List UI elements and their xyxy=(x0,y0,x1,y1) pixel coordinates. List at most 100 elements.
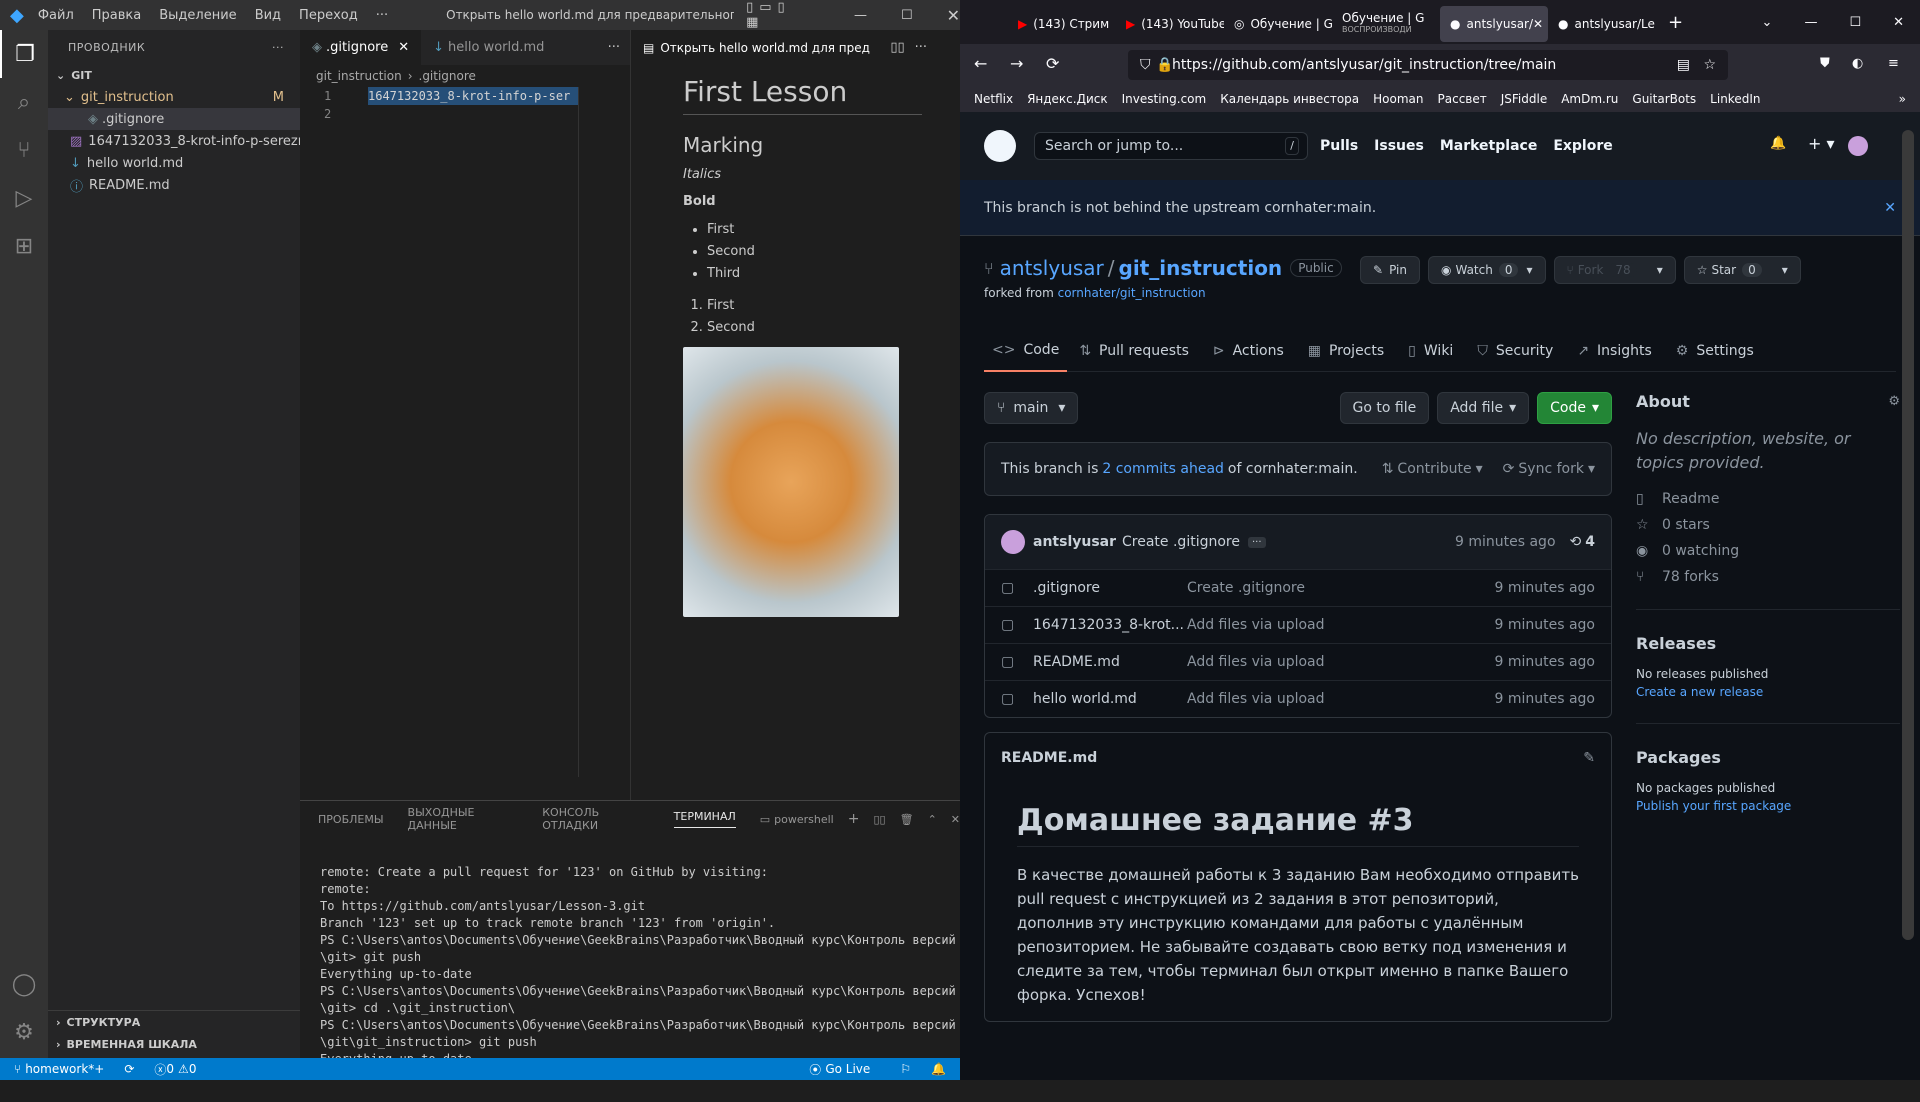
file-name[interactable]: 1647132033_8-krot... xyxy=(1033,617,1187,633)
bell-icon[interactable]: 🔔 xyxy=(931,1062,946,1076)
tab-debug-console[interactable]: КОНСОЛЬ ОТЛАДКИ xyxy=(542,806,649,832)
bookmark-calendar[interactable]: Календарь инвестора xyxy=(1220,92,1359,106)
bell-icon[interactable]: 🔔 xyxy=(1770,136,1786,151)
nav-pulls[interactable]: Pulls xyxy=(1320,138,1358,154)
bookmark-yandex-disk[interactable]: Яндекс.Диск xyxy=(1027,92,1108,106)
ahead-link[interactable]: 2 commits ahead xyxy=(1102,461,1224,477)
golive-button[interactable]: Go Live xyxy=(825,1062,870,1076)
gear-icon[interactable]: ⚙ xyxy=(1888,394,1900,409)
minimize-icon[interactable]: — xyxy=(854,8,867,23)
table-row[interactable]: ▢ hello world.md Add files via upload 9 … xyxy=(985,680,1611,717)
menu-icon[interactable]: ≡ xyxy=(1888,56,1899,71)
bookmark-amdm[interactable]: AmDm.ru xyxy=(1561,92,1618,106)
tab-wiki[interactable]: ▯ Wiki xyxy=(1408,343,1453,359)
timeline-section[interactable]: › ВРЕМЕННАЯ ШКАЛА xyxy=(48,1033,300,1055)
file-readme[interactable]: ⓘ README.md xyxy=(48,174,300,196)
file-image[interactable]: ▨ 1647132033_8-krot-info-p-sereznii... xyxy=(48,130,300,152)
pin-button[interactable]: ✎ Pin xyxy=(1360,256,1420,284)
tab-preview[interactable]: ▤ Открыть hello world.md для предва xyxy=(631,30,883,65)
code-area[interactable]: 1 2 1647132033_8-krot-info-p-ser xyxy=(300,87,630,777)
browser-tab[interactable]: ◎ Обучение | G xyxy=(1224,6,1332,42)
file-commit[interactable]: Create .gitignore xyxy=(1187,580,1305,596)
scrollbar[interactable] xyxy=(1902,130,1914,940)
releases-title[interactable]: Releases xyxy=(1636,634,1900,653)
sync-icon[interactable]: ⟳ xyxy=(124,1062,134,1076)
code-button[interactable]: Code ▾ xyxy=(1537,392,1612,424)
table-row[interactable]: ▢ .gitignore Create .gitignore 9 minutes… xyxy=(985,569,1611,606)
reload-icon[interactable]: ⟳ xyxy=(1046,54,1059,73)
close-flash-icon[interactable]: ✕ xyxy=(1884,180,1896,236)
more-actions-icon[interactable]: ··· xyxy=(272,41,284,54)
add-file-button[interactable]: Add file ▾ xyxy=(1437,392,1530,424)
tab-code[interactable]: <> Code xyxy=(984,330,1068,372)
contribute-button[interactable]: ⇅ Contribute ▾ xyxy=(1382,461,1483,477)
create-release-link[interactable]: Create a new release xyxy=(1636,685,1900,699)
browser-tab[interactable]: ▶ (143) Стрим xyxy=(1008,6,1116,42)
split-terminal-icon[interactable]: ▯▯ xyxy=(873,813,885,826)
bookmark-netflix[interactable]: Netflix xyxy=(974,92,1013,106)
tab-pull-requests[interactable]: ⇅ Pull requests xyxy=(1079,343,1189,359)
sync-fork-button[interactable]: ⟳ Sync fork ▾ xyxy=(1503,461,1595,477)
extensions-icon[interactable]: ⊞ xyxy=(0,222,48,270)
new-tab-icon[interactable]: + xyxy=(1668,12,1683,33)
menu-edit[interactable]: Правка xyxy=(92,8,141,23)
pencil-icon[interactable]: ✎ xyxy=(1583,750,1595,766)
file-commit[interactable]: Add files via upload xyxy=(1187,654,1325,670)
pocket-icon[interactable]: ⛊ xyxy=(1820,56,1830,71)
tab-settings[interactable]: ⚙ Settings xyxy=(1676,343,1754,359)
browser-tab-active[interactable]: ● antslyusar/✕ xyxy=(1440,6,1548,42)
chevron-down-icon[interactable]: ▾ xyxy=(1657,263,1663,277)
tab-problems[interactable]: ПРОБЛЕМЫ xyxy=(318,813,384,826)
tab-output[interactable]: ВЫХОДНЫЕ ДАННЫЕ xyxy=(408,806,519,832)
add-terminal-icon[interactable]: + xyxy=(848,811,860,827)
file-name[interactable]: README.md xyxy=(1033,654,1187,670)
menu-go[interactable]: Переход xyxy=(299,8,358,23)
bookmark-guitarbots[interactable]: GuitarBots xyxy=(1632,92,1696,106)
outline-section[interactable]: › СТРУКТУРА xyxy=(48,1011,300,1033)
file-name[interactable]: hello world.md xyxy=(1033,691,1187,707)
warning-count[interactable]: 0 xyxy=(189,1062,197,1076)
github-logo-icon[interactable] xyxy=(984,130,1016,162)
table-row[interactable]: ▢ 1647132033_8-krot... Add files via upl… xyxy=(985,606,1611,643)
packages-title[interactable]: Packages xyxy=(1636,748,1900,767)
avatar[interactable] xyxy=(1001,530,1025,554)
root-folder[interactable]: ⌄ GIT xyxy=(48,64,300,86)
more-actions-icon[interactable]: ··· xyxy=(608,40,620,55)
readme-link[interactable]: ▯ Readme xyxy=(1636,491,1900,507)
extension-icon[interactable]: ◐ xyxy=(1852,56,1863,71)
commit-message[interactable]: Create .gitignore xyxy=(1122,534,1240,550)
menu-selection[interactable]: Выделение xyxy=(159,8,236,23)
file-commit[interactable]: Add files via upload xyxy=(1187,691,1325,707)
commit-count[interactable]: 4 xyxy=(1585,534,1595,550)
publish-package-link[interactable]: Publish your first package xyxy=(1636,799,1900,813)
close-icon[interactable]: ✕ xyxy=(1893,15,1904,30)
menu-more[interactable]: ··· xyxy=(376,8,388,23)
bookmark-investing[interactable]: Investing.com xyxy=(1122,92,1207,106)
repo-name[interactable]: git_instruction xyxy=(1119,256,1283,280)
browser-tab[interactable]: Обучение | G ВОСПРОИЗВОДИ xyxy=(1332,6,1440,42)
menu-view[interactable]: Вид xyxy=(255,8,281,23)
settings-gear-icon[interactable]: ⚙ xyxy=(0,1008,48,1056)
commit-time[interactable]: 9 minutes ago xyxy=(1455,534,1556,550)
breadcrumb-file[interactable]: .gitignore xyxy=(419,69,476,83)
error-count[interactable]: 0 xyxy=(166,1062,174,1076)
more-bookmarks-icon[interactable]: » xyxy=(1899,92,1906,106)
file-hello-world[interactable]: ↓ hello world.md xyxy=(48,152,300,174)
tab-projects[interactable]: ▦ Projects xyxy=(1308,343,1384,359)
minimize-icon[interactable]: — xyxy=(1804,15,1817,30)
repo-owner[interactable]: antslyusar xyxy=(1000,256,1104,280)
trash-icon[interactable]: 🗑 xyxy=(900,813,914,826)
maximize-icon[interactable]: ☐ xyxy=(1849,15,1861,30)
folder-git-instruction[interactable]: ⌄ git_instruction M xyxy=(48,86,300,108)
ellipsis-button[interactable]: ··· xyxy=(1247,536,1266,548)
breadcrumb-folder[interactable]: git_instruction xyxy=(316,69,402,83)
fork-button[interactable]: ⑂ Fork 78 ▾ xyxy=(1553,256,1676,284)
url-bar[interactable]: ⛉ 🔒 https://github.com/antslyusar/git_in… xyxy=(1128,50,1728,80)
stars-link[interactable]: ☆ 0 stars xyxy=(1636,517,1900,533)
watching-link[interactable]: ◉ 0 watching xyxy=(1636,543,1900,559)
bookmark-star-icon[interactable]: ☆ xyxy=(1703,50,1716,80)
nav-issues[interactable]: Issues xyxy=(1374,138,1424,154)
maximize-panel-icon[interactable]: ⌃ xyxy=(928,813,937,826)
commit-author[interactable]: antslyusar xyxy=(1033,534,1116,550)
plus-icon[interactable]: + ▾ xyxy=(1808,134,1835,153)
